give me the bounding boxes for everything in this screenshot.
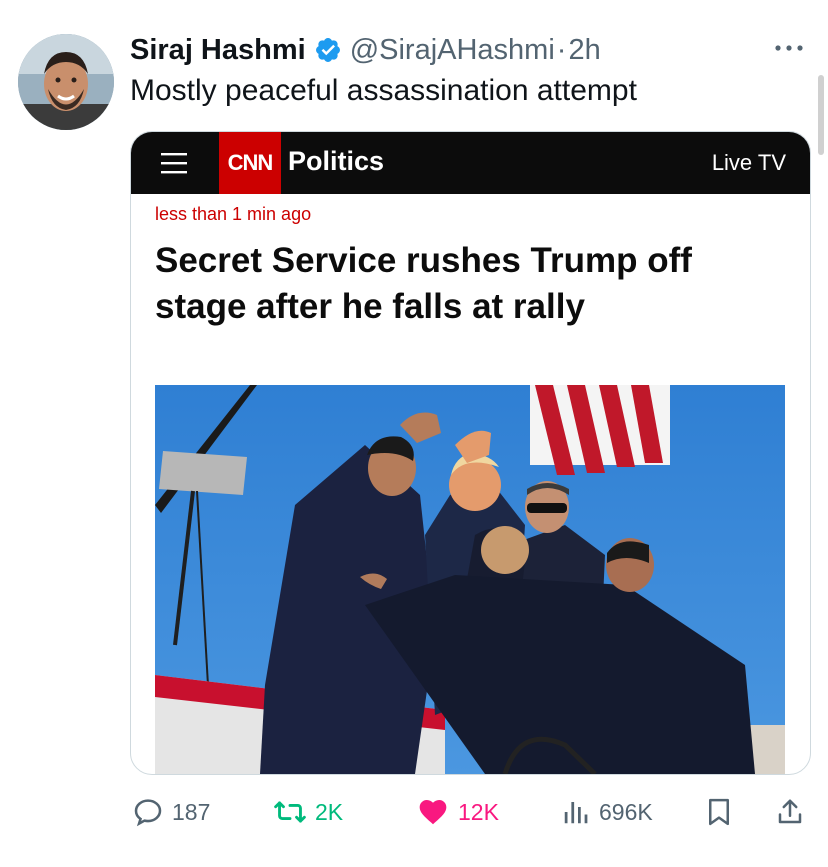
cnn-header-bar: CNN Politics Live TV [131, 132, 810, 194]
avatar[interactable] [18, 34, 114, 130]
timestamp[interactable]: 2h [568, 34, 600, 67]
tweet-header: Siraj Hashmi @SirajAHashmi · 2h [130, 30, 601, 70]
section-label: Politics [288, 146, 385, 176]
embedded-image-card[interactable]: CNN Politics Live TV less than 1 min ago… [130, 131, 811, 775]
live-tv-label: Live TV [711, 150, 786, 175]
bookmark-button[interactable] [704, 790, 734, 834]
hamburger-menu-icon [161, 153, 187, 174]
bookmark-icon [709, 798, 729, 826]
retweet-button[interactable]: 2K [273, 790, 343, 834]
retweet-count: 2K [315, 798, 344, 825]
retweet-icon [274, 801, 306, 823]
tweet-text: Mostly peaceful assassination attempt [130, 74, 637, 107]
views-count: 696K [599, 798, 653, 825]
views-icon [564, 802, 588, 824]
verified-badge-icon [315, 38, 340, 62]
news-photo [155, 385, 785, 774]
scrollbar[interactable] [818, 75, 824, 155]
like-button[interactable]: 12K [416, 790, 499, 834]
article-timestamp: less than 1 min ago [155, 204, 312, 224]
author-handle[interactable]: @SirajAHashmi [350, 34, 555, 67]
separator: · [556, 33, 567, 66]
author-name[interactable]: Siraj Hashmi [130, 34, 306, 67]
action-bar: 187 2K 12K 696K [0, 790, 828, 834]
like-icon [419, 800, 447, 825]
reply-icon [134, 799, 162, 827]
more-options-icon[interactable] [772, 38, 806, 58]
like-count: 12K [458, 798, 499, 825]
article-headline: Secret Service rushes Trump off stage af… [155, 241, 692, 326]
reply-count: 187 [172, 798, 211, 825]
share-button[interactable] [775, 790, 805, 834]
reply-button[interactable]: 187 [132, 790, 210, 834]
views-button[interactable]: 696K [561, 790, 653, 834]
cnn-logo: CNN [219, 132, 281, 194]
share-icon [778, 799, 802, 824]
tweet[interactable]: Siraj Hashmi @SirajAHashmi · 2h Mostly p… [0, 0, 828, 867]
